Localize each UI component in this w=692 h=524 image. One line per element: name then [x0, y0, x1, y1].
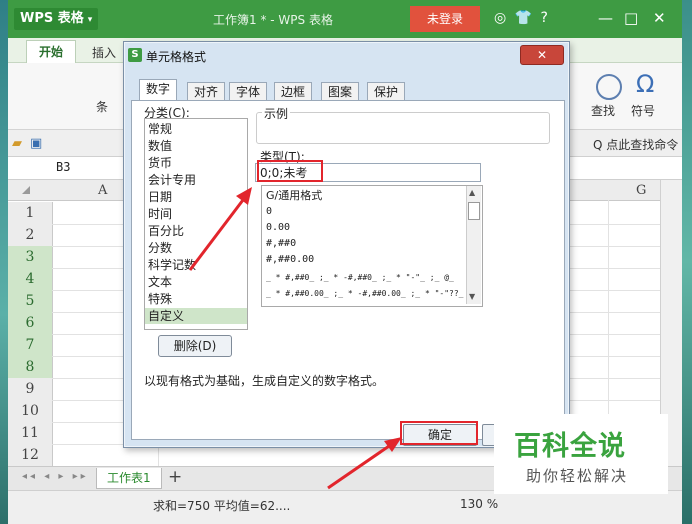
- annotation-arrow-line: [188, 195, 248, 271]
- annotation-arrow-line: [327, 442, 393, 490]
- annotation-arrowhead-icon: [236, 187, 252, 205]
- annotation-arrowhead-icon: [384, 437, 402, 452]
- watermark-subtitle: 助你轻松解决: [526, 467, 629, 485]
- watermark-title: 百科全说: [514, 431, 626, 462]
